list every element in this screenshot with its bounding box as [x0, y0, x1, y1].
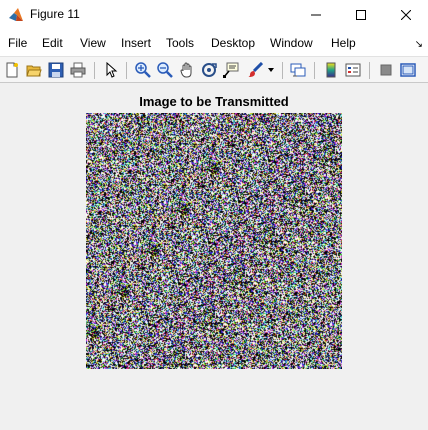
new-figure-button[interactable] [2, 60, 22, 80]
menu-window[interactable]: Window [270, 36, 313, 50]
noise-image[interactable] [86, 113, 342, 369]
brush-button[interactable] [245, 60, 265, 80]
link-plot-icon [290, 63, 306, 77]
zoom-out-button[interactable] [155, 60, 175, 80]
hide-plot-tools-button[interactable] [376, 60, 396, 80]
maximize-icon [355, 10, 366, 20]
save-button[interactable] [46, 60, 66, 80]
window-titlebar[interactable]: Figure 11 [0, 0, 428, 30]
insert-colorbar-icon [326, 62, 336, 78]
zoom-in-icon [135, 62, 151, 78]
data-cursor-button[interactable] [221, 60, 241, 80]
maximize-button[interactable] [338, 0, 383, 30]
pointer-button[interactable] [101, 60, 121, 80]
new-figure-icon [6, 62, 18, 78]
open-file-icon [26, 65, 42, 77]
menu-insert[interactable]: Insert [121, 36, 151, 50]
insert-legend-icon [345, 63, 361, 77]
chevron-down-icon [268, 68, 274, 72]
menu-desktop[interactable]: Desktop [211, 36, 255, 50]
minimize-icon [310, 14, 321, 16]
insert-colorbar-button[interactable] [321, 60, 341, 80]
show-plot-tools-button[interactable] [398, 60, 418, 80]
toolbar-separator [282, 62, 283, 79]
brush-dropdown[interactable] [265, 60, 277, 80]
brush-icon [248, 62, 263, 77]
close-button[interactable] [383, 0, 428, 30]
minimize-button[interactable] [293, 0, 338, 30]
menu-tools[interactable]: Tools [166, 36, 194, 50]
figure-canvas-area[interactable]: Image to be Transmitted [0, 84, 428, 430]
print-icon [70, 62, 86, 78]
menu-view[interactable]: View [80, 36, 106, 50]
menubar: File Edit View Insert Tools Desktop Wind… [0, 30, 428, 56]
print-button[interactable] [68, 60, 88, 80]
figure-toolbar [0, 56, 428, 83]
menu-edit[interactable]: Edit [42, 36, 63, 50]
window-title: Figure 11 [30, 7, 80, 21]
pointer-icon [106, 62, 118, 78]
save-icon [48, 62, 64, 78]
pan-button[interactable] [177, 60, 197, 80]
close-icon [400, 10, 411, 20]
link-plot-button[interactable] [288, 60, 308, 80]
open-file-button[interactable] [24, 60, 44, 80]
toolbar-separator [369, 62, 370, 79]
rotate-3d-icon [202, 63, 217, 77]
insert-legend-button[interactable] [343, 60, 363, 80]
pan-icon [180, 62, 192, 78]
menu-file[interactable]: File [8, 36, 27, 50]
menu-help[interactable]: Help [331, 36, 356, 50]
axes-title: Image to be Transmitted [139, 94, 289, 109]
toolbar-separator [126, 62, 127, 79]
dock-figure-icon[interactable]: ↘ [415, 39, 423, 50]
zoom-out-icon [157, 62, 173, 78]
data-cursor-icon [223, 62, 239, 78]
zoom-in-button[interactable] [133, 60, 153, 80]
toolbar-separator [314, 62, 315, 79]
toolbar-separator [94, 62, 95, 79]
rotate-3d-button[interactable] [199, 60, 219, 80]
show-plot-tools-icon [400, 63, 416, 77]
hide-plot-tools-icon [380, 64, 392, 76]
matlab-icon [9, 8, 23, 21]
